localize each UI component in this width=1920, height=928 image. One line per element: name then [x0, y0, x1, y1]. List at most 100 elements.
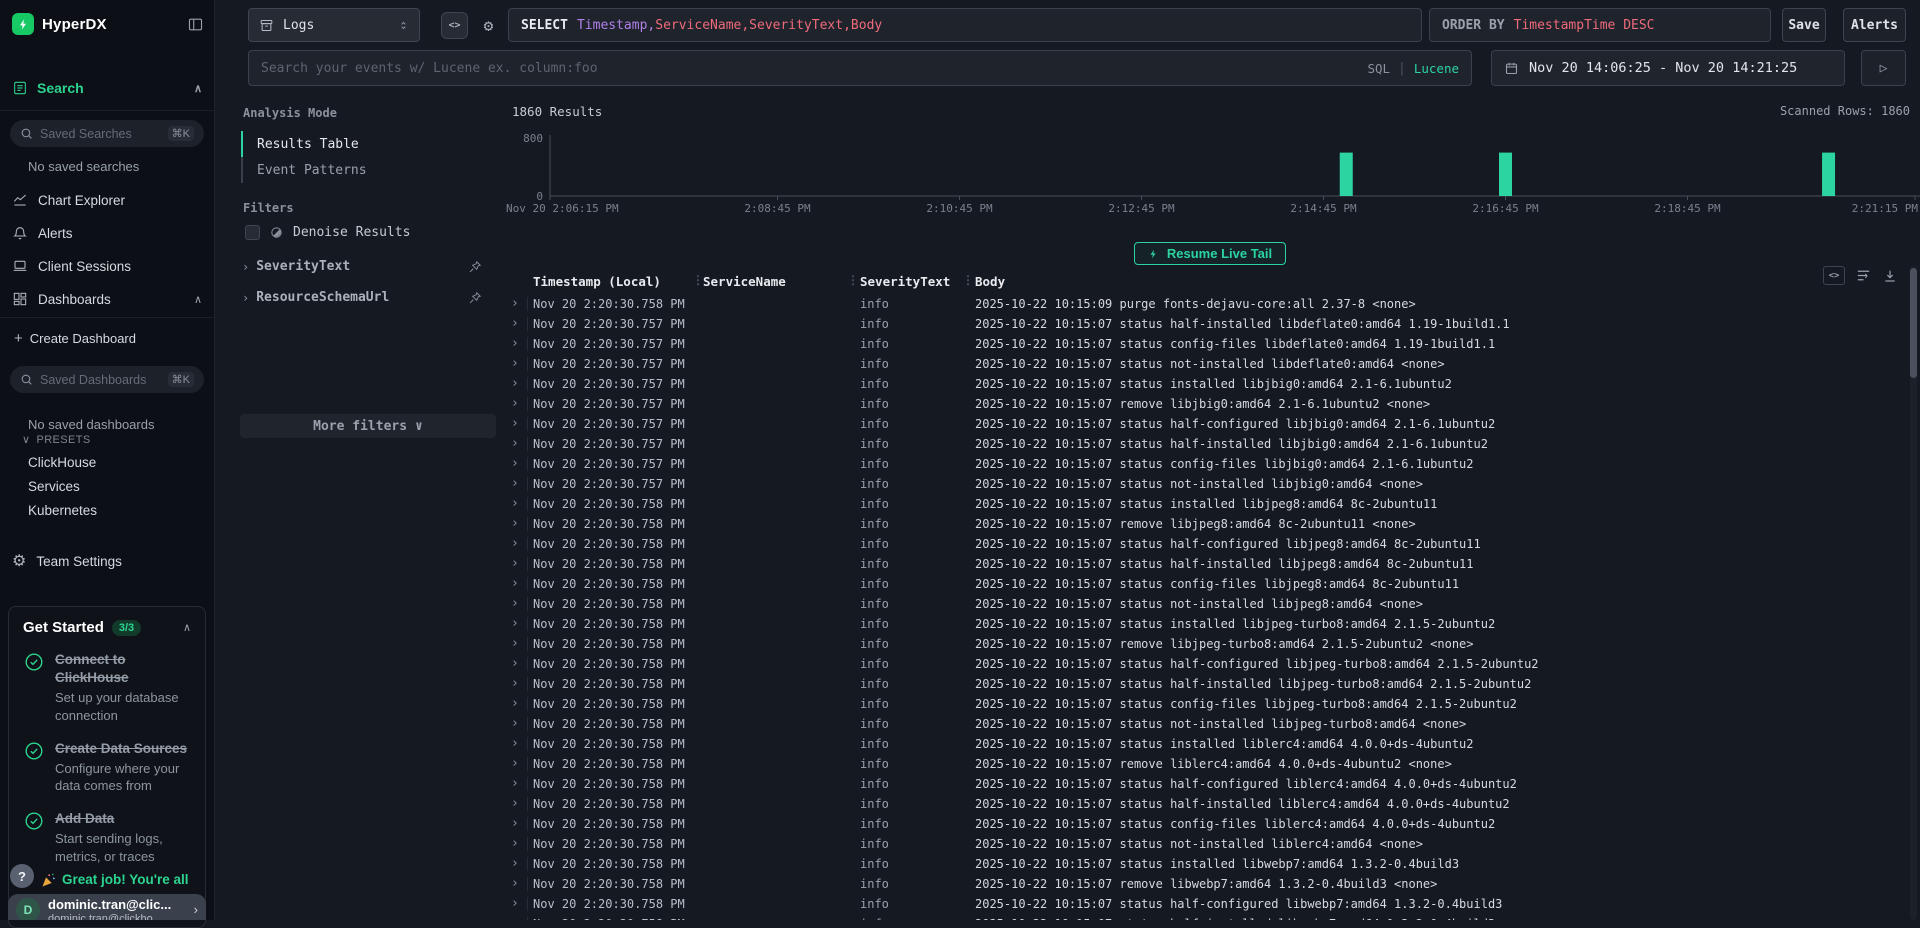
sidebar-item-search[interactable]: Search ∧ — [12, 80, 202, 96]
source-settings-gear-icon[interactable]: ⚙ — [475, 12, 502, 39]
table-row[interactable]: ›Nov 20 2:20:30.758 PMinfo2025-10-22 10:… — [500, 854, 1908, 874]
event-search-bar[interactable]: SQL | Lucene — [248, 50, 1472, 86]
table-row[interactable]: ›Nov 20 2:20:30.758 PMinfo2025-10-22 10:… — [500, 754, 1908, 774]
download-icon[interactable] — [1882, 268, 1898, 284]
save-button[interactable]: Save — [1782, 8, 1826, 42]
get-started-item[interactable]: Connect to ClickHouseSet up your databas… — [23, 651, 191, 725]
chevron-up-icon[interactable]: ∧ — [194, 293, 202, 306]
table-row[interactable]: ›Nov 20 2:20:30.758 PMinfo2025-10-22 10:… — [500, 874, 1908, 894]
row-expand-icon[interactable]: › — [511, 374, 519, 394]
col-resize-handle[interactable]: ⋮ — [847, 273, 859, 287]
sidebar-item-alerts[interactable]: Alerts — [12, 218, 202, 248]
table-row[interactable]: ›Nov 20 2:20:30.758 PMinfo2025-10-22 10:… — [500, 294, 1908, 314]
mode-results-table[interactable]: Results Table — [241, 131, 441, 157]
sidebar-item-dashboards[interactable]: Dashboards ∧ — [12, 284, 202, 314]
row-expand-icon[interactable]: › — [511, 334, 519, 354]
row-expand-icon[interactable]: › — [511, 594, 519, 614]
sidebar-item-team-settings[interactable]: ⚙ Team Settings — [12, 546, 202, 576]
row-expand-icon[interactable]: › — [511, 574, 519, 594]
row-expand-icon[interactable]: › — [511, 894, 519, 914]
table-row[interactable]: ›Nov 20 2:20:30.758 PMinfo2025-10-22 10:… — [500, 634, 1908, 654]
time-range-picker[interactable]: Nov 20 14:06:25 - Nov 20 14:21:25 — [1491, 50, 1845, 86]
resume-live-tail-button[interactable]: Resume Live Tail — [1134, 242, 1286, 265]
table-row[interactable]: ›Nov 20 2:20:30.758 PMinfo2025-10-22 10:… — [500, 734, 1908, 754]
alerts-button[interactable]: Alerts — [1843, 8, 1906, 42]
row-expand-icon[interactable]: › — [511, 314, 519, 334]
table-row[interactable]: ›Nov 20 2:20:30.757 PMinfo2025-10-22 10:… — [500, 314, 1908, 334]
col-servicename[interactable]: ServiceName — [703, 274, 786, 289]
table-row[interactable]: ›Nov 20 2:20:30.758 PMinfo2025-10-22 10:… — [500, 654, 1908, 674]
pin-icon[interactable] — [468, 260, 482, 274]
filter-group-severitytext[interactable]: › SeverityText — [242, 259, 482, 274]
run-query-button[interactable]: ▷ — [1861, 50, 1906, 86]
table-row[interactable]: ›Nov 20 2:20:30.758 PMinfo2025-10-22 10:… — [500, 494, 1908, 514]
table-row[interactable]: ›Nov 20 2:20:30.757 PMinfo2025-10-22 10:… — [500, 334, 1908, 354]
row-expand-icon[interactable]: › — [511, 474, 519, 494]
denoise-checkbox[interactable] — [245, 225, 260, 240]
scrollbar-thumb[interactable] — [1910, 268, 1917, 378]
row-expand-icon[interactable]: › — [511, 794, 519, 814]
row-expand-icon[interactable]: › — [511, 494, 519, 514]
table-row[interactable]: ›Nov 20 2:20:30.758 PMinfo2025-10-22 10:… — [500, 834, 1908, 854]
row-expand-icon[interactable]: › — [511, 674, 519, 694]
get-started-item[interactable]: Add DataStart sending logs, metrics, or … — [23, 810, 191, 865]
row-expand-icon[interactable]: › — [511, 434, 519, 454]
lang-toggle-lucene[interactable]: Lucene — [1414, 61, 1459, 76]
row-expand-icon[interactable]: › — [511, 414, 519, 434]
code-view-button[interactable]: <> — [441, 12, 468, 39]
select-clause-input[interactable]: SELECTTimestamp,ServiceName,SeverityText… — [508, 8, 1422, 42]
row-expand-icon[interactable]: › — [511, 354, 519, 374]
table-row[interactable]: ›Nov 20 2:20:30.758 PMinfo2025-10-22 10:… — [500, 534, 1908, 554]
lang-toggle-sql[interactable]: SQL — [1367, 61, 1390, 76]
row-expand-icon[interactable]: › — [511, 534, 519, 554]
row-expand-icon[interactable]: › — [511, 294, 519, 314]
pin-icon[interactable] — [468, 291, 482, 305]
preset-clickhouse[interactable]: ClickHouse — [28, 455, 96, 470]
get-started-item[interactable]: Create Data SourcesConfigure where your … — [23, 740, 191, 795]
col-body[interactable]: Body — [975, 274, 1005, 289]
row-expand-icon[interactable]: › — [511, 654, 519, 674]
table-row[interactable]: ›Nov 20 2:20:30.758 PMinfo2025-10-22 10:… — [500, 594, 1908, 614]
table-row[interactable]: ›Nov 20 2:20:30.758 PMinfo2025-10-22 10:… — [500, 514, 1908, 534]
row-expand-icon[interactable]: › — [511, 854, 519, 874]
table-row[interactable]: ›Nov 20 2:20:30.758 PMinfo2025-10-22 10:… — [500, 914, 1908, 920]
table-row[interactable]: ›Nov 20 2:20:30.757 PMinfo2025-10-22 10:… — [500, 374, 1908, 394]
table-row[interactable]: ›Nov 20 2:20:30.758 PMinfo2025-10-22 10:… — [500, 774, 1908, 794]
wrap-lines-icon[interactable] — [1855, 267, 1872, 284]
search-input[interactable] — [261, 61, 1359, 76]
denoise-results-toggle[interactable]: Denoise Results — [245, 225, 410, 240]
table-row[interactable]: ›Nov 20 2:20:30.758 PMinfo2025-10-22 10:… — [500, 714, 1908, 734]
table-row[interactable]: ›Nov 20 2:20:30.758 PMinfo2025-10-22 10:… — [500, 814, 1908, 834]
table-row[interactable]: ›Nov 20 2:20:30.758 PMinfo2025-10-22 10:… — [500, 674, 1908, 694]
row-expand-icon[interactable]: › — [511, 394, 519, 414]
order-by-input[interactable]: ORDER BYTimestampTime DESC — [1429, 8, 1771, 42]
sidebar-item-chart-explorer[interactable]: Chart Explorer — [12, 185, 202, 215]
row-expand-icon[interactable]: › — [511, 754, 519, 774]
row-expand-icon[interactable]: › — [511, 454, 519, 474]
mode-event-patterns[interactable]: Event Patterns — [241, 157, 441, 183]
row-expand-icon[interactable]: › — [511, 554, 519, 574]
presets-toggle[interactable]: ∨ PRESETS — [22, 433, 91, 446]
saved-dashboards-input[interactable]: Saved Dashboards ⌘K — [10, 366, 204, 393]
row-expand-icon[interactable]: › — [511, 634, 519, 654]
expand-json-icon[interactable]: <> — [1823, 266, 1845, 285]
row-expand-icon[interactable]: › — [511, 694, 519, 714]
source-select[interactable]: Logs — [248, 8, 420, 42]
sidebar-item-client-sessions[interactable]: Client Sessions — [12, 251, 202, 281]
table-row[interactable]: ›Nov 20 2:20:30.758 PMinfo2025-10-22 10:… — [500, 614, 1908, 634]
table-row[interactable]: ›Nov 20 2:20:30.757 PMinfo2025-10-22 10:… — [500, 414, 1908, 434]
col-resize-handle[interactable]: ⋮ — [962, 273, 974, 287]
table-row[interactable]: ›Nov 20 2:20:30.758 PMinfo2025-10-22 10:… — [500, 574, 1908, 594]
row-expand-icon[interactable]: › — [511, 734, 519, 754]
row-expand-icon[interactable]: › — [511, 874, 519, 894]
user-menu[interactable]: D dominic.tran@clic... dominic.tran@clic… — [8, 894, 206, 920]
table-row[interactable]: ›Nov 20 2:20:30.757 PMinfo2025-10-22 10:… — [500, 394, 1908, 414]
results-histogram[interactable]: 8000Nov 20 2:06:15 PM2:08:45 PM2:10:45 P… — [500, 120, 1920, 220]
chevron-up-icon[interactable]: ∧ — [194, 82, 202, 95]
table-row[interactable]: ›Nov 20 2:20:30.757 PMinfo2025-10-22 10:… — [500, 354, 1908, 374]
table-row[interactable]: ›Nov 20 2:20:30.758 PMinfo2025-10-22 10:… — [500, 694, 1908, 714]
row-expand-icon[interactable]: › — [511, 614, 519, 634]
collapse-sidebar-icon[interactable] — [187, 16, 204, 33]
help-button[interactable]: ? — [10, 864, 34, 888]
row-expand-icon[interactable]: › — [511, 914, 519, 920]
